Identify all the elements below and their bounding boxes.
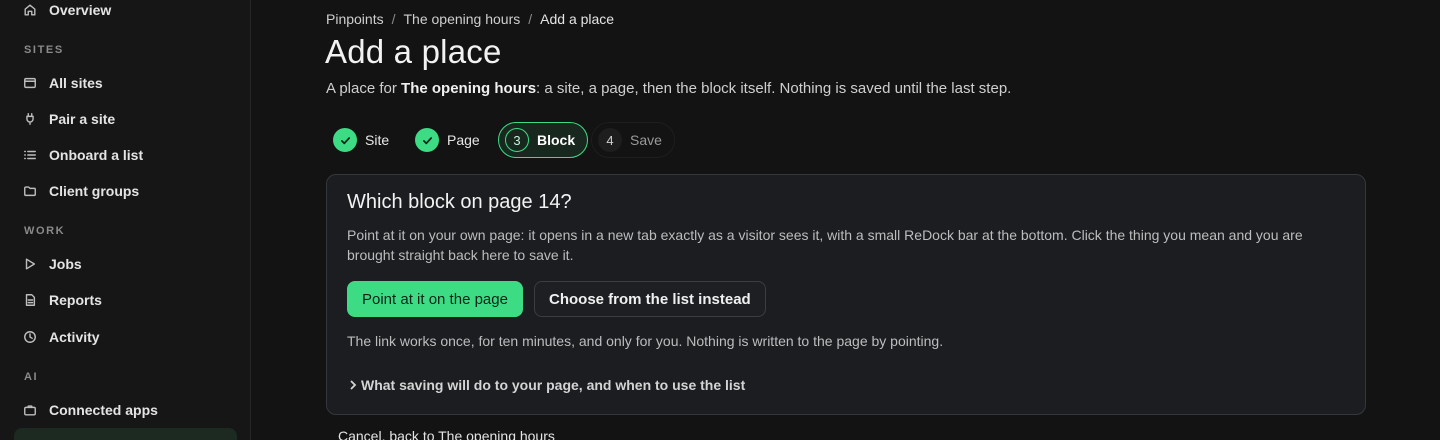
sidebar-item-overview[interactable]: Overview [14, 0, 236, 25]
step-page[interactable]: Page [409, 122, 492, 158]
list-icon [23, 148, 37, 162]
step-save: 4 Save [591, 122, 675, 158]
step-site[interactable]: Site [327, 122, 401, 158]
plug-icon [23, 112, 37, 126]
choose-from-list-button[interactable]: Choose from the list instead [534, 281, 766, 317]
sidebar-item-all-sites[interactable]: All sites [14, 68, 236, 98]
clock-icon [23, 330, 37, 344]
section-label-sites: SITES [24, 44, 64, 56]
main-content: Pinpoints / The opening hours / Add a pl… [251, 0, 1440, 440]
block-picker-card: Which block on page 14? Point at it on y… [326, 174, 1366, 415]
subtitle-list-name: The opening hours [401, 80, 537, 97]
section-label-work: WORK [24, 225, 66, 237]
app-window: Overview SITES All sites Pair a site Onb… [0, 0, 1440, 440]
breadcrumb-separator: / [528, 11, 533, 27]
breadcrumb: Pinpoints / The opening hours / Add a pl… [326, 11, 614, 27]
step-label: Block [537, 132, 576, 148]
sidebar-item-reports[interactable]: Reports [14, 285, 236, 315]
sidebar-item-connected-apps[interactable]: Connected apps [14, 395, 236, 425]
sidebar-item-pair-a-site[interactable]: Pair a site [14, 104, 236, 134]
sidebar-item-label: Onboard a list [49, 147, 144, 163]
saving-details-disclosure[interactable]: What saving will do to your page, and wh… [347, 377, 745, 393]
check-icon [333, 128, 357, 152]
sidebar-item-jobs[interactable]: Jobs [14, 249, 236, 279]
section-label-ai: AI [24, 371, 39, 383]
subtitle-suffix: : a site, a page, then the block itself.… [536, 80, 1012, 97]
step-label: Save [630, 132, 662, 148]
step-block[interactable]: 3 Block [498, 122, 589, 158]
breadcrumb-link-opening-hours[interactable]: The opening hours [403, 11, 520, 27]
disclosure-label: What saving will do to your page, and wh… [361, 377, 746, 393]
sidebar-item-label: Connected apps [49, 402, 158, 418]
briefcase-icon [23, 403, 37, 417]
breadcrumb-link-pinpoints[interactable]: Pinpoints [326, 11, 384, 27]
sidebar-item-label: Overview [49, 2, 112, 18]
sidebar-item-label: Client groups [49, 183, 140, 199]
cancel-link[interactable]: Cancel, back to The opening hours [338, 428, 555, 440]
window-icon [23, 76, 37, 90]
play-icon [23, 257, 37, 271]
card-title: Which block on page 14? [347, 191, 572, 213]
page-subtitle: A place for The opening hours: a site, a… [326, 80, 1011, 97]
sidebar-item-label: Reports [49, 292, 102, 308]
step-number: 3 [505, 128, 529, 152]
sidebar-item-label: Activity [49, 329, 100, 345]
sidebar-item-onboard-a-list[interactable]: Onboard a list [14, 140, 236, 170]
sidebar-item-active[interactable] [14, 428, 237, 440]
link-note: The link works once, for ten minutes, an… [347, 333, 944, 349]
folder-icon [23, 184, 37, 198]
sidebar-item-label: All sites [49, 75, 103, 91]
chevron-right-icon [350, 380, 357, 390]
point-at-page-button[interactable]: Point at it on the page [347, 281, 523, 317]
sidebar-item-client-groups[interactable]: Client groups [14, 176, 236, 206]
sidebar-item-label: Jobs [49, 256, 82, 272]
subtitle-prefix: A place for [326, 80, 402, 97]
card-description: Point at it on your own page: it opens i… [347, 227, 1303, 263]
step-number: 4 [598, 128, 622, 152]
step-label: Page [447, 132, 480, 148]
check-icon [415, 128, 439, 152]
page-title: Add a place [325, 33, 502, 70]
sidebar: Overview SITES All sites Pair a site Onb… [0, 0, 251, 440]
document-icon [23, 293, 37, 307]
sidebar-item-label: Pair a site [49, 111, 116, 127]
home-icon [23, 3, 37, 17]
breadcrumb-separator: / [391, 11, 396, 27]
sidebar-item-activity[interactable]: Activity [14, 322, 236, 352]
step-label: Site [365, 132, 390, 148]
breadcrumb-current: Add a place [540, 11, 615, 27]
